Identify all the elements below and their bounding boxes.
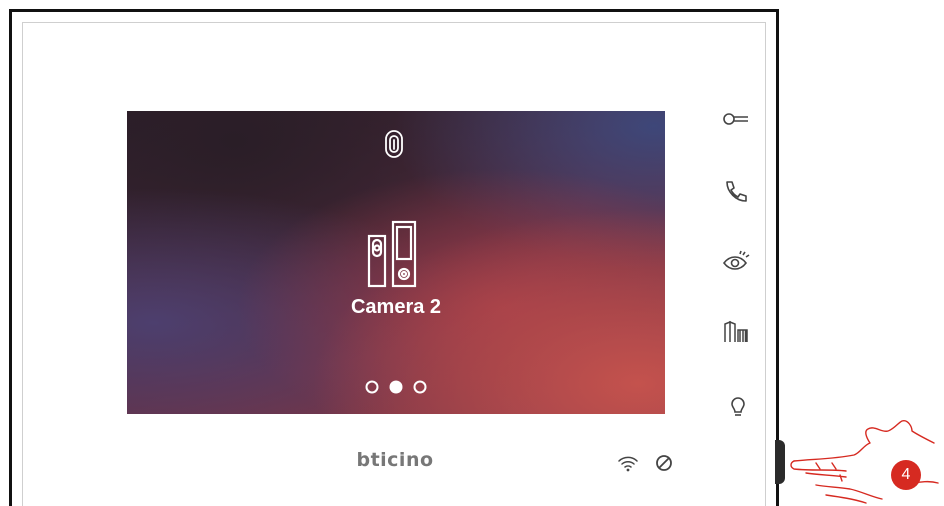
gate-icon[interactable] [722, 318, 750, 346]
eye-icon[interactable] [722, 248, 750, 276]
lightbulb-icon[interactable] [724, 392, 752, 420]
page-dot-2-active [389, 380, 403, 394]
camera-icon[interactable] [365, 218, 425, 290]
page-dot-1 [365, 380, 379, 394]
key-icon[interactable] [722, 105, 750, 133]
fingerprint-icon[interactable] [382, 129, 406, 159]
phone-icon[interactable] [722, 178, 750, 206]
side-knob-button[interactable] [775, 440, 785, 484]
page-dot-3 [413, 380, 427, 394]
camera-name-label: Camera 2 [350, 296, 442, 318]
do-not-disturb-icon [656, 455, 672, 471]
wifi-icon [618, 456, 638, 472]
display-screen: Camera 2 [127, 111, 665, 414]
brand-logo: bticino [356, 449, 434, 471]
page-indicator [365, 380, 427, 394]
hand-pointer-illustration [790, 419, 939, 504]
step-number-badge: 4 [891, 460, 921, 490]
